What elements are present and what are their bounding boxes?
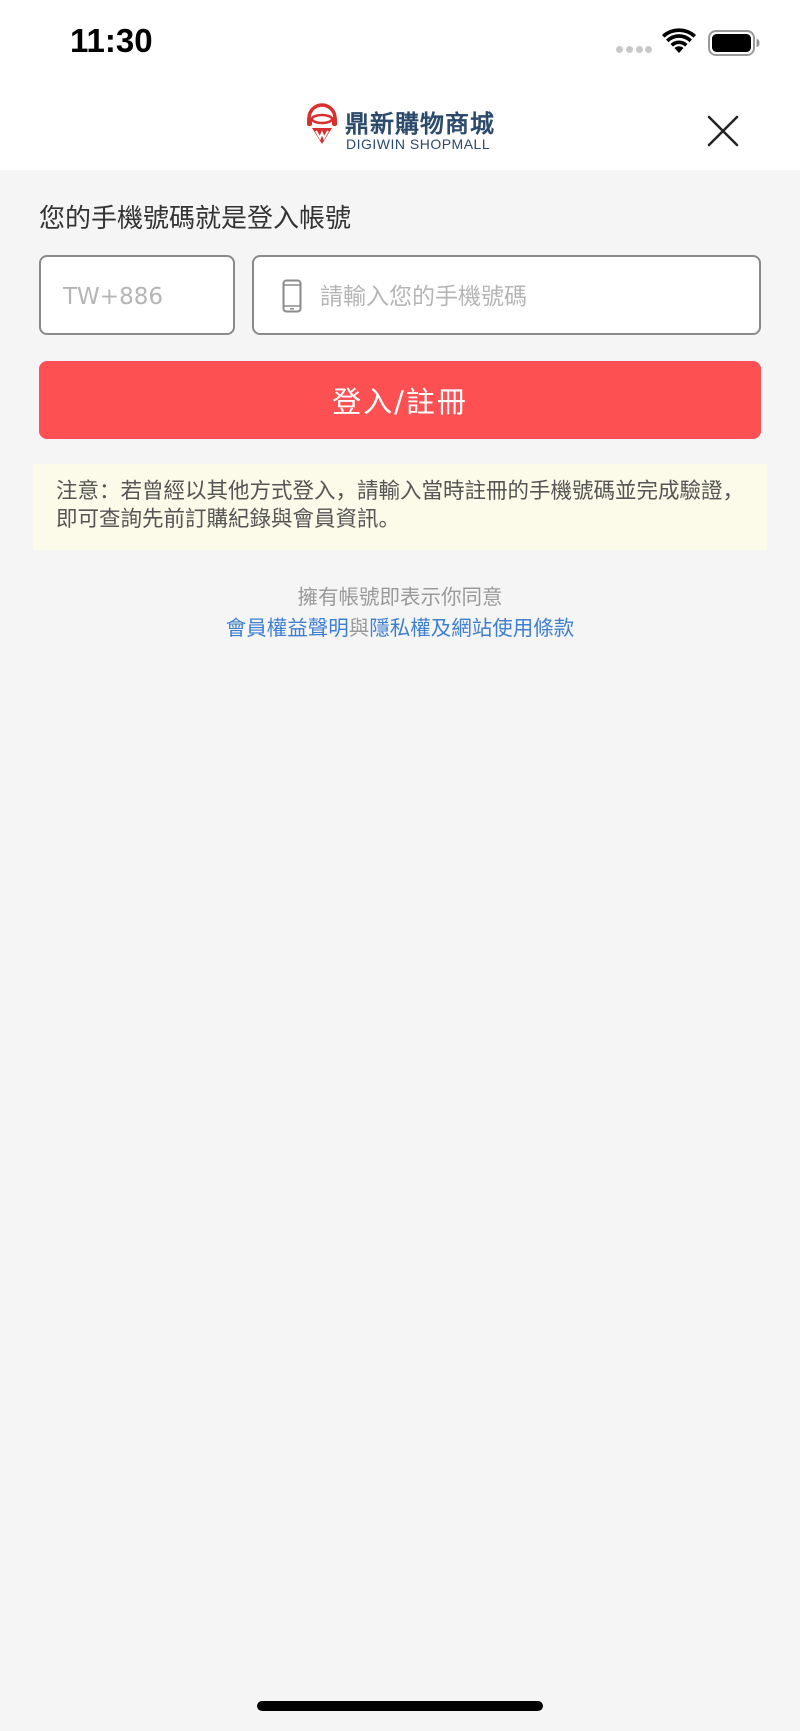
logo: 鼎新購物商城 DIGIWIN SHOPMALL <box>303 100 503 156</box>
country-code-input[interactable] <box>61 279 225 315</box>
phone-number-input[interactable] <box>318 279 742 315</box>
login-register-button[interactable]: 登入/註冊 <box>39 361 761 439</box>
logo-mark-icon <box>307 103 337 144</box>
status-bar: 11:30 <box>0 0 800 90</box>
phone-number-field[interactable] <box>252 255 761 335</box>
terms-section: 擁有帳號即表示你同意 會員權益聲明與隱私權及網站使用條款 <box>0 582 800 644</box>
wifi-icon <box>662 28 696 53</box>
terms-links: 會員權益聲明與隱私權及網站使用條款 <box>0 612 800 644</box>
privacy-terms-link[interactable]: 隱私權及網站使用條款 <box>369 616 574 640</box>
header: 鼎新購物商城 DIGIWIN SHOPMALL <box>0 90 800 170</box>
cellular-signal-icon <box>616 46 652 54</box>
notice-text: 注意：若曾經以其他方式登入，請輸入當時註冊的手機號碼並完成驗證，即可查詢先前訂購… <box>56 479 745 532</box>
battery-icon <box>708 30 760 56</box>
logo-title: 鼎新購物商城 <box>345 110 495 138</box>
country-code-field[interactable] <box>39 255 235 335</box>
terms-intro: 擁有帳號即表示你同意 <box>297 585 503 609</box>
close-button[interactable] <box>700 108 746 154</box>
member-rights-link[interactable]: 會員權益聲明 <box>226 616 349 640</box>
notice-box: 注意：若曾經以其他方式登入，請輸入當時註冊的手機號碼並完成驗證，即可查詢先前訂購… <box>33 464 767 550</box>
logo-subtitle: DIGIWIN SHOPMALL <box>346 136 491 152</box>
home-indicator[interactable] <box>257 1701 543 1711</box>
terms-connector: 與 <box>348 616 370 640</box>
login-prompt-label: 您的手機號碼就是登入帳號 <box>39 204 352 234</box>
status-time: 11:30 <box>70 22 153 59</box>
mobile-phone-icon <box>282 279 302 313</box>
